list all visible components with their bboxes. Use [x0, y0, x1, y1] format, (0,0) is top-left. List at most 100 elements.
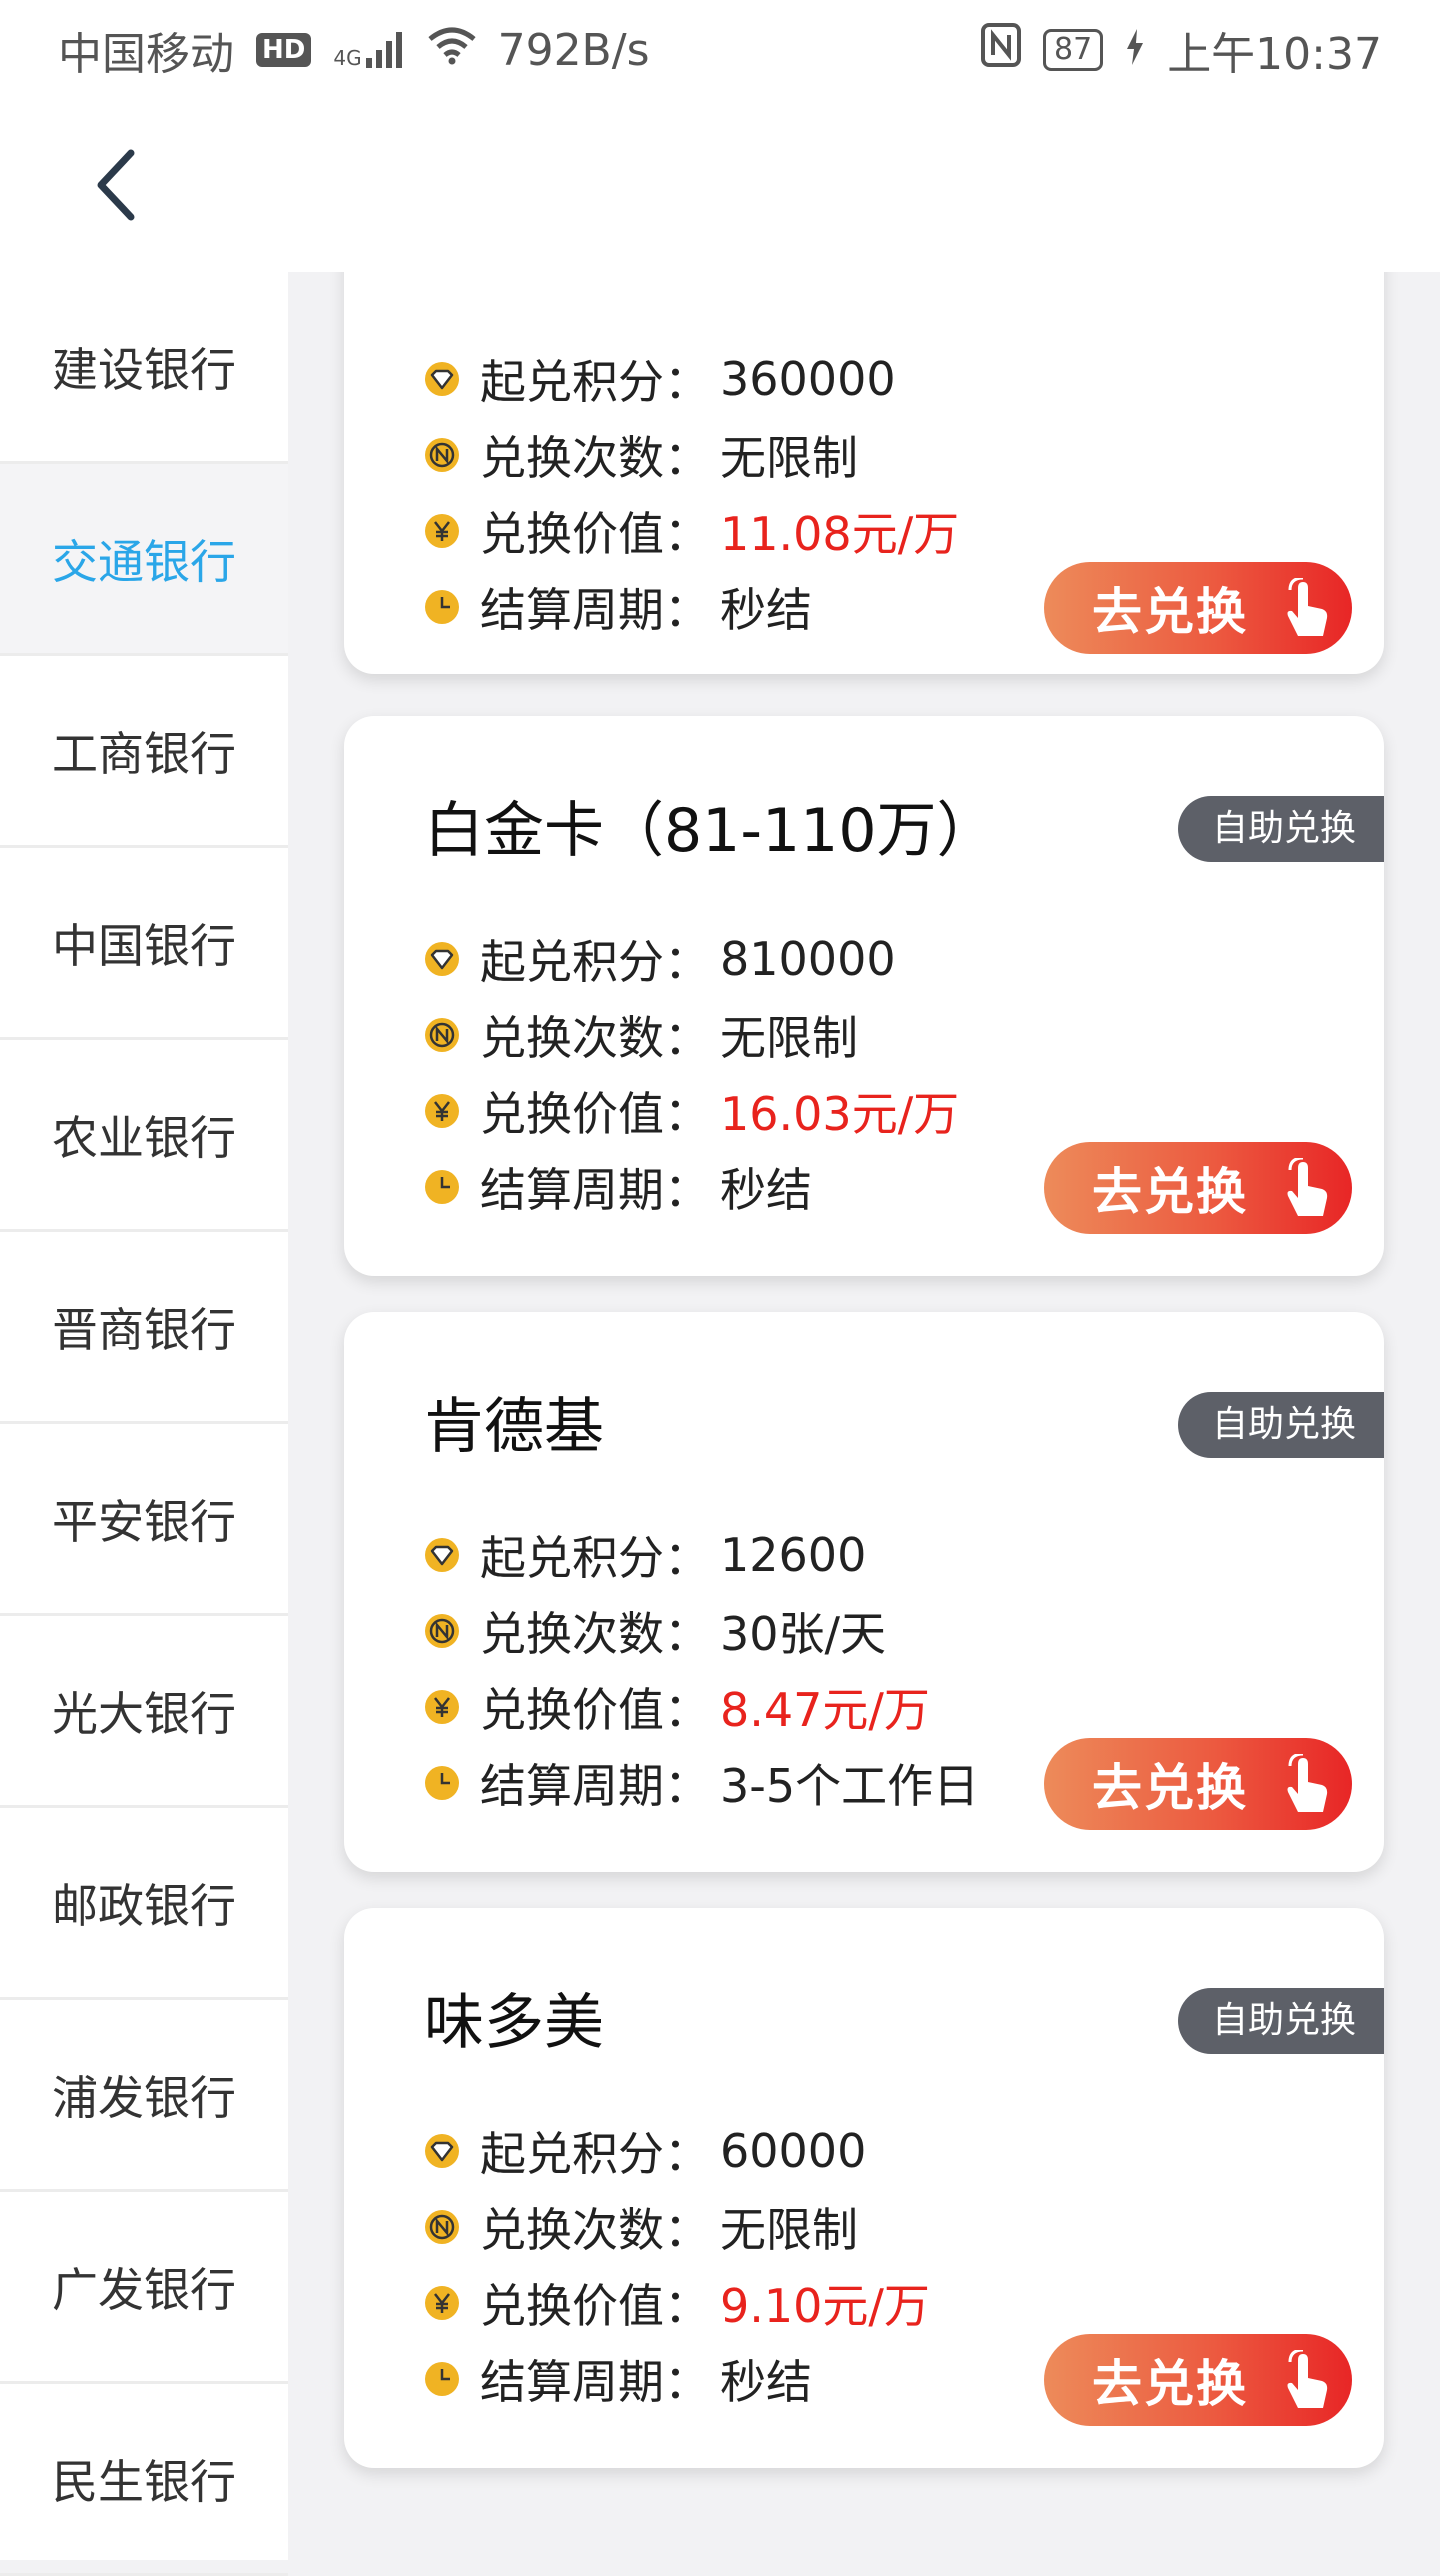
min-points-value: 360000	[720, 352, 896, 406]
exchange-value-label: 兑换价值：	[480, 2279, 710, 2333]
sidebar-item-label: 晋商银行	[52, 1302, 236, 1357]
exchange-times-value: 无限制	[720, 431, 858, 485]
hd-badge: HD	[256, 33, 312, 67]
exchange-times-value: 30张/天	[720, 1607, 887, 1661]
settlement-row: 结算周期： 秒结	[422, 2349, 812, 2409]
exchange-value-row: 兑换价值： 11.08元/万	[422, 501, 959, 561]
sidebar-item-boc[interactable]: 中国银行	[0, 848, 288, 1040]
exchange-card: 味多美 自助兑换 起兑积分： 60000 兑换次数： 无限制 兑换价值： 9.1…	[344, 1908, 1384, 2468]
clock-time: 上午10:37	[1167, 29, 1382, 80]
self-service-badge: 自助兑换	[1177, 1392, 1384, 1458]
sidebar-item-label: 广发银行	[52, 2262, 236, 2317]
charging-icon	[1125, 25, 1145, 76]
sidebar-item-label: 建设银行	[52, 342, 236, 397]
sidebar-item-spdb[interactable]: 浦发银行	[0, 2000, 288, 2192]
exchange-button[interactable]: 去兑换	[1044, 562, 1352, 654]
n-coin-icon	[422, 1015, 462, 1055]
clock-icon	[422, 2359, 462, 2399]
sidebar-item-ceb[interactable]: 光大银行	[0, 1616, 288, 1808]
sidebar-item-label: 交通银行	[52, 534, 236, 589]
sidebar-item-label: 浦发银行	[52, 2070, 236, 2125]
sidebar-item-label: 农业银行	[52, 1110, 236, 1165]
exchange-card: 肯德基 自助兑换 起兑积分： 12600 兑换次数： 30张/天 兑换价值： 8…	[344, 1312, 1384, 1872]
network-speed: 792B/s	[497, 24, 650, 76]
exchange-card: 白金卡（81-110万） 自助兑换 起兑积分： 810000 兑换次数： 无限制…	[344, 716, 1384, 1276]
status-bar-left: 中国移动 HD 4G 792B/s	[58, 18, 650, 82]
clock-icon	[422, 1167, 462, 1207]
status-bar: 中国移动 HD 4G 792B/s 87 上午10:37	[0, 0, 1440, 100]
exchange-value-value: 8.47元/万	[720, 1683, 930, 1737]
self-service-badge: 自助兑换	[1177, 796, 1384, 862]
min-points-row: 起兑积分： 810000	[422, 929, 896, 989]
tap-hand-icon	[1278, 576, 1332, 652]
sidebar-item-psbc[interactable]: 邮政银行	[0, 1808, 288, 2000]
exchange-value-label: 兑换价值：	[480, 1683, 710, 1737]
exchange-button[interactable]: 去兑换	[1044, 1142, 1352, 1234]
sidebar-item-cgb[interactable]: 广发银行	[0, 2192, 288, 2384]
signal-icon: 4G	[333, 32, 405, 68]
settlement-label: 结算周期：	[480, 583, 710, 637]
settlement-value: 秒结	[720, 2355, 812, 2409]
battery-indicator: 87	[1043, 29, 1104, 71]
self-service-badge: 自助兑换	[1177, 1988, 1384, 2054]
exchange-button[interactable]: 去兑换	[1044, 1738, 1352, 1830]
settlement-value: 秒结	[720, 583, 812, 637]
card-title: 白金卡（81-110万）	[424, 796, 997, 866]
exchange-value-row: 兑换价值： 16.03元/万	[422, 1081, 959, 1141]
card-title: 味多美	[424, 1988, 604, 2058]
diamond-icon	[422, 359, 462, 399]
tap-hand-icon	[1278, 1156, 1332, 1232]
exchange-value-label: 兑换价值：	[480, 1087, 710, 1141]
wifi-icon	[427, 25, 476, 76]
sidebar-item-label: 工商银行	[52, 726, 236, 781]
min-points-row: 起兑积分： 360000	[422, 349, 896, 409]
network-type: 4G	[333, 46, 362, 70]
exchange-button-label: 去兑换	[1092, 1759, 1248, 1817]
yuan-coin-icon	[422, 2283, 462, 2323]
sidebar-item-label: 中国银行	[52, 918, 236, 973]
sidebar-item-pingan[interactable]: 平安银行	[0, 1424, 288, 1616]
carrier-name: 中国移动	[58, 29, 234, 80]
settlement-row: 结算周期： 秒结	[422, 1157, 812, 1217]
sidebar-item-abc[interactable]: 农业银行	[0, 1040, 288, 1232]
exchange-times-value: 无限制	[720, 1011, 858, 1065]
back-button[interactable]	[70, 140, 160, 230]
settlement-label: 结算周期：	[480, 2355, 710, 2409]
sidebar-item-ccb[interactable]: 建设银行	[0, 272, 288, 464]
status-bar-right: 87 上午10:37	[981, 18, 1382, 82]
exchange-value-row: 兑换价值： 8.47元/万	[422, 1677, 930, 1737]
yuan-coin-icon	[422, 511, 462, 551]
sidebar-item-cmbc[interactable]: 民生银行	[0, 2384, 288, 2576]
exchange-button-label: 去兑换	[1092, 1163, 1248, 1221]
exchange-times-value: 无限制	[720, 2203, 858, 2257]
nfc-icon	[981, 22, 1021, 78]
exchange-times-row: 兑换次数： 无限制	[422, 1005, 858, 1065]
clock-icon	[422, 1763, 462, 1803]
chevron-left-icon	[97, 149, 135, 221]
exchange-times-row: 兑换次数： 无限制	[422, 425, 858, 485]
card-title: 肯德基	[424, 1392, 604, 1462]
exchange-times-label: 兑换次数：	[480, 1011, 710, 1065]
min-points-label: 起兑积分：	[480, 2127, 710, 2181]
sidebar-item-icbc[interactable]: 工商银行	[0, 656, 288, 848]
settlement-label: 结算周期：	[480, 1163, 710, 1217]
exchange-button[interactable]: 去兑换	[1044, 2334, 1352, 2426]
diamond-icon	[422, 2131, 462, 2171]
tap-hand-icon	[1278, 2348, 1332, 2424]
sidebar-item-bocom[interactable]: 交通银行	[0, 464, 288, 656]
top-app-bar	[0, 100, 1440, 272]
sidebar-item-label: 光大银行	[52, 1686, 236, 1741]
exchange-times-label: 兑换次数：	[480, 2203, 710, 2257]
exchange-card: 起兑积分： 360000 兑换次数： 无限制 兑换价值： 11.08元/万 结算…	[344, 272, 1384, 674]
exchange-value-value: 11.08元/万	[720, 507, 960, 561]
sidebar-item-jincheng[interactable]: 晋商银行	[0, 1232, 288, 1424]
settlement-label: 结算周期：	[480, 1759, 710, 1813]
exchange-value-row: 兑换价值： 9.10元/万	[422, 2273, 930, 2333]
min-points-row: 起兑积分： 12600	[422, 1525, 866, 1585]
n-coin-icon	[422, 2207, 462, 2247]
settlement-row: 结算周期： 3-5个工作日	[422, 1753, 979, 1813]
clock-icon	[422, 587, 462, 627]
min-points-label: 起兑积分：	[480, 935, 710, 989]
min-points-value: 12600	[720, 1528, 867, 1582]
exchange-value-value: 9.10元/万	[720, 2279, 930, 2333]
